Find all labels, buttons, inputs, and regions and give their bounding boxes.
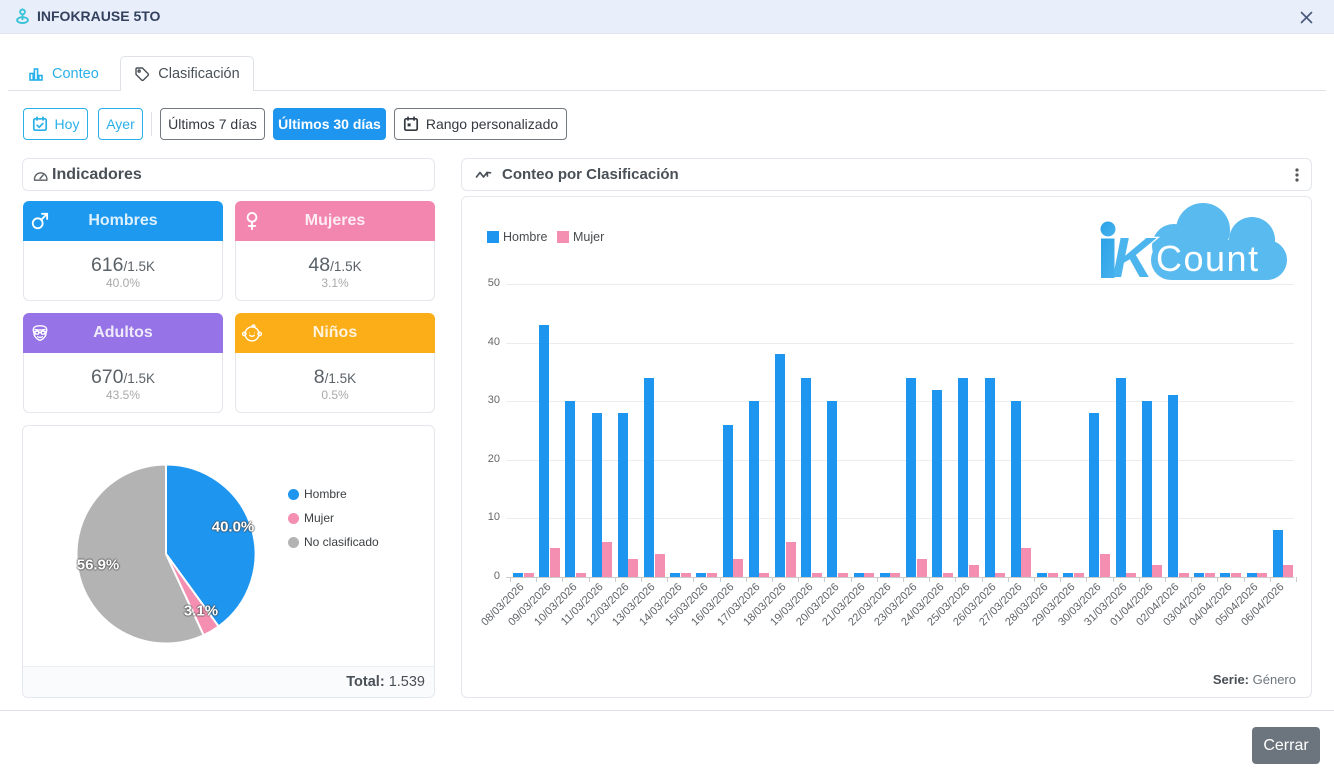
svg-text:Count: Count bbox=[1156, 238, 1260, 279]
svg-text:K: K bbox=[1112, 226, 1157, 284]
